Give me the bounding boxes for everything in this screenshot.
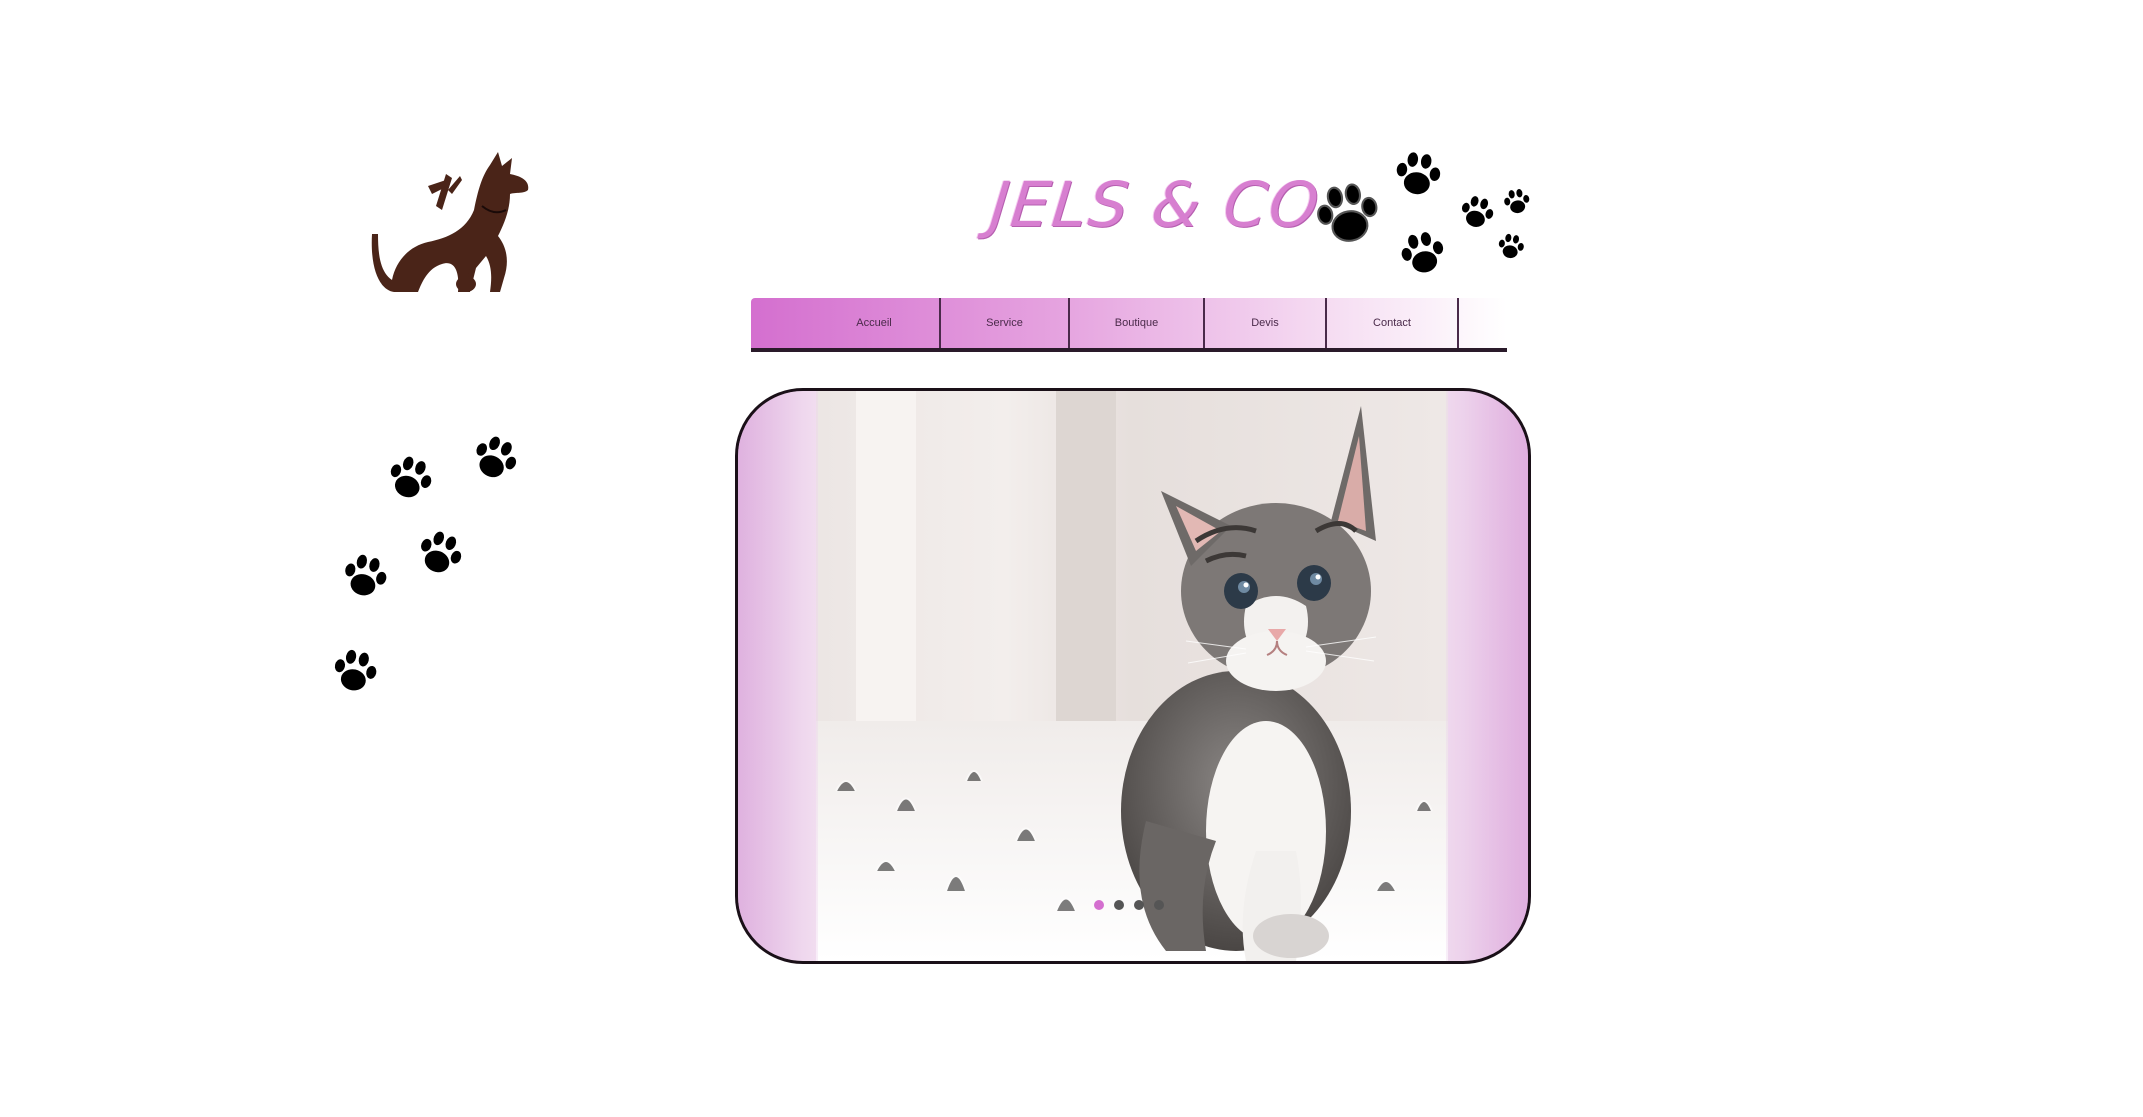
slider-dot[interactable] bbox=[1154, 900, 1164, 910]
kitten-photo bbox=[816, 391, 1448, 961]
main-navigation: Accueil Service Boutique Devis Contact bbox=[751, 298, 1507, 352]
nav-item-devis[interactable]: Devis bbox=[1205, 298, 1327, 348]
slider-dot[interactable] bbox=[1114, 900, 1124, 910]
paw-print-icon bbox=[325, 638, 386, 705]
paw-print-icon bbox=[333, 543, 396, 612]
site-title: JELS & CO bbox=[987, 168, 1324, 241]
paw-print-icon bbox=[1307, 170, 1390, 261]
nav-item-boutique[interactable]: Boutique bbox=[1070, 298, 1205, 348]
nav-item-accueil[interactable]: Accueil bbox=[809, 298, 941, 348]
slider-pagination bbox=[1094, 900, 1164, 910]
paw-print-icon bbox=[460, 422, 530, 496]
slider-dot[interactable] bbox=[1094, 900, 1104, 910]
paw-print-icon bbox=[1388, 142, 1448, 209]
nav-item-service[interactable]: Service bbox=[941, 298, 1070, 348]
paw-print-icon bbox=[1500, 183, 1534, 221]
paw-print-icon bbox=[406, 518, 474, 591]
pet-silhouette-logo-icon bbox=[371, 152, 529, 292]
paw-print-icon bbox=[1453, 186, 1502, 240]
image-slider[interactable] bbox=[735, 388, 1531, 964]
logo[interactable] bbox=[370, 150, 540, 305]
paw-print-icon bbox=[1493, 228, 1528, 267]
slider-dot[interactable] bbox=[1134, 900, 1144, 910]
paw-print-icon bbox=[377, 443, 444, 515]
nav-item-contact[interactable]: Contact bbox=[1327, 298, 1459, 348]
paw-print-icon bbox=[1393, 220, 1454, 287]
